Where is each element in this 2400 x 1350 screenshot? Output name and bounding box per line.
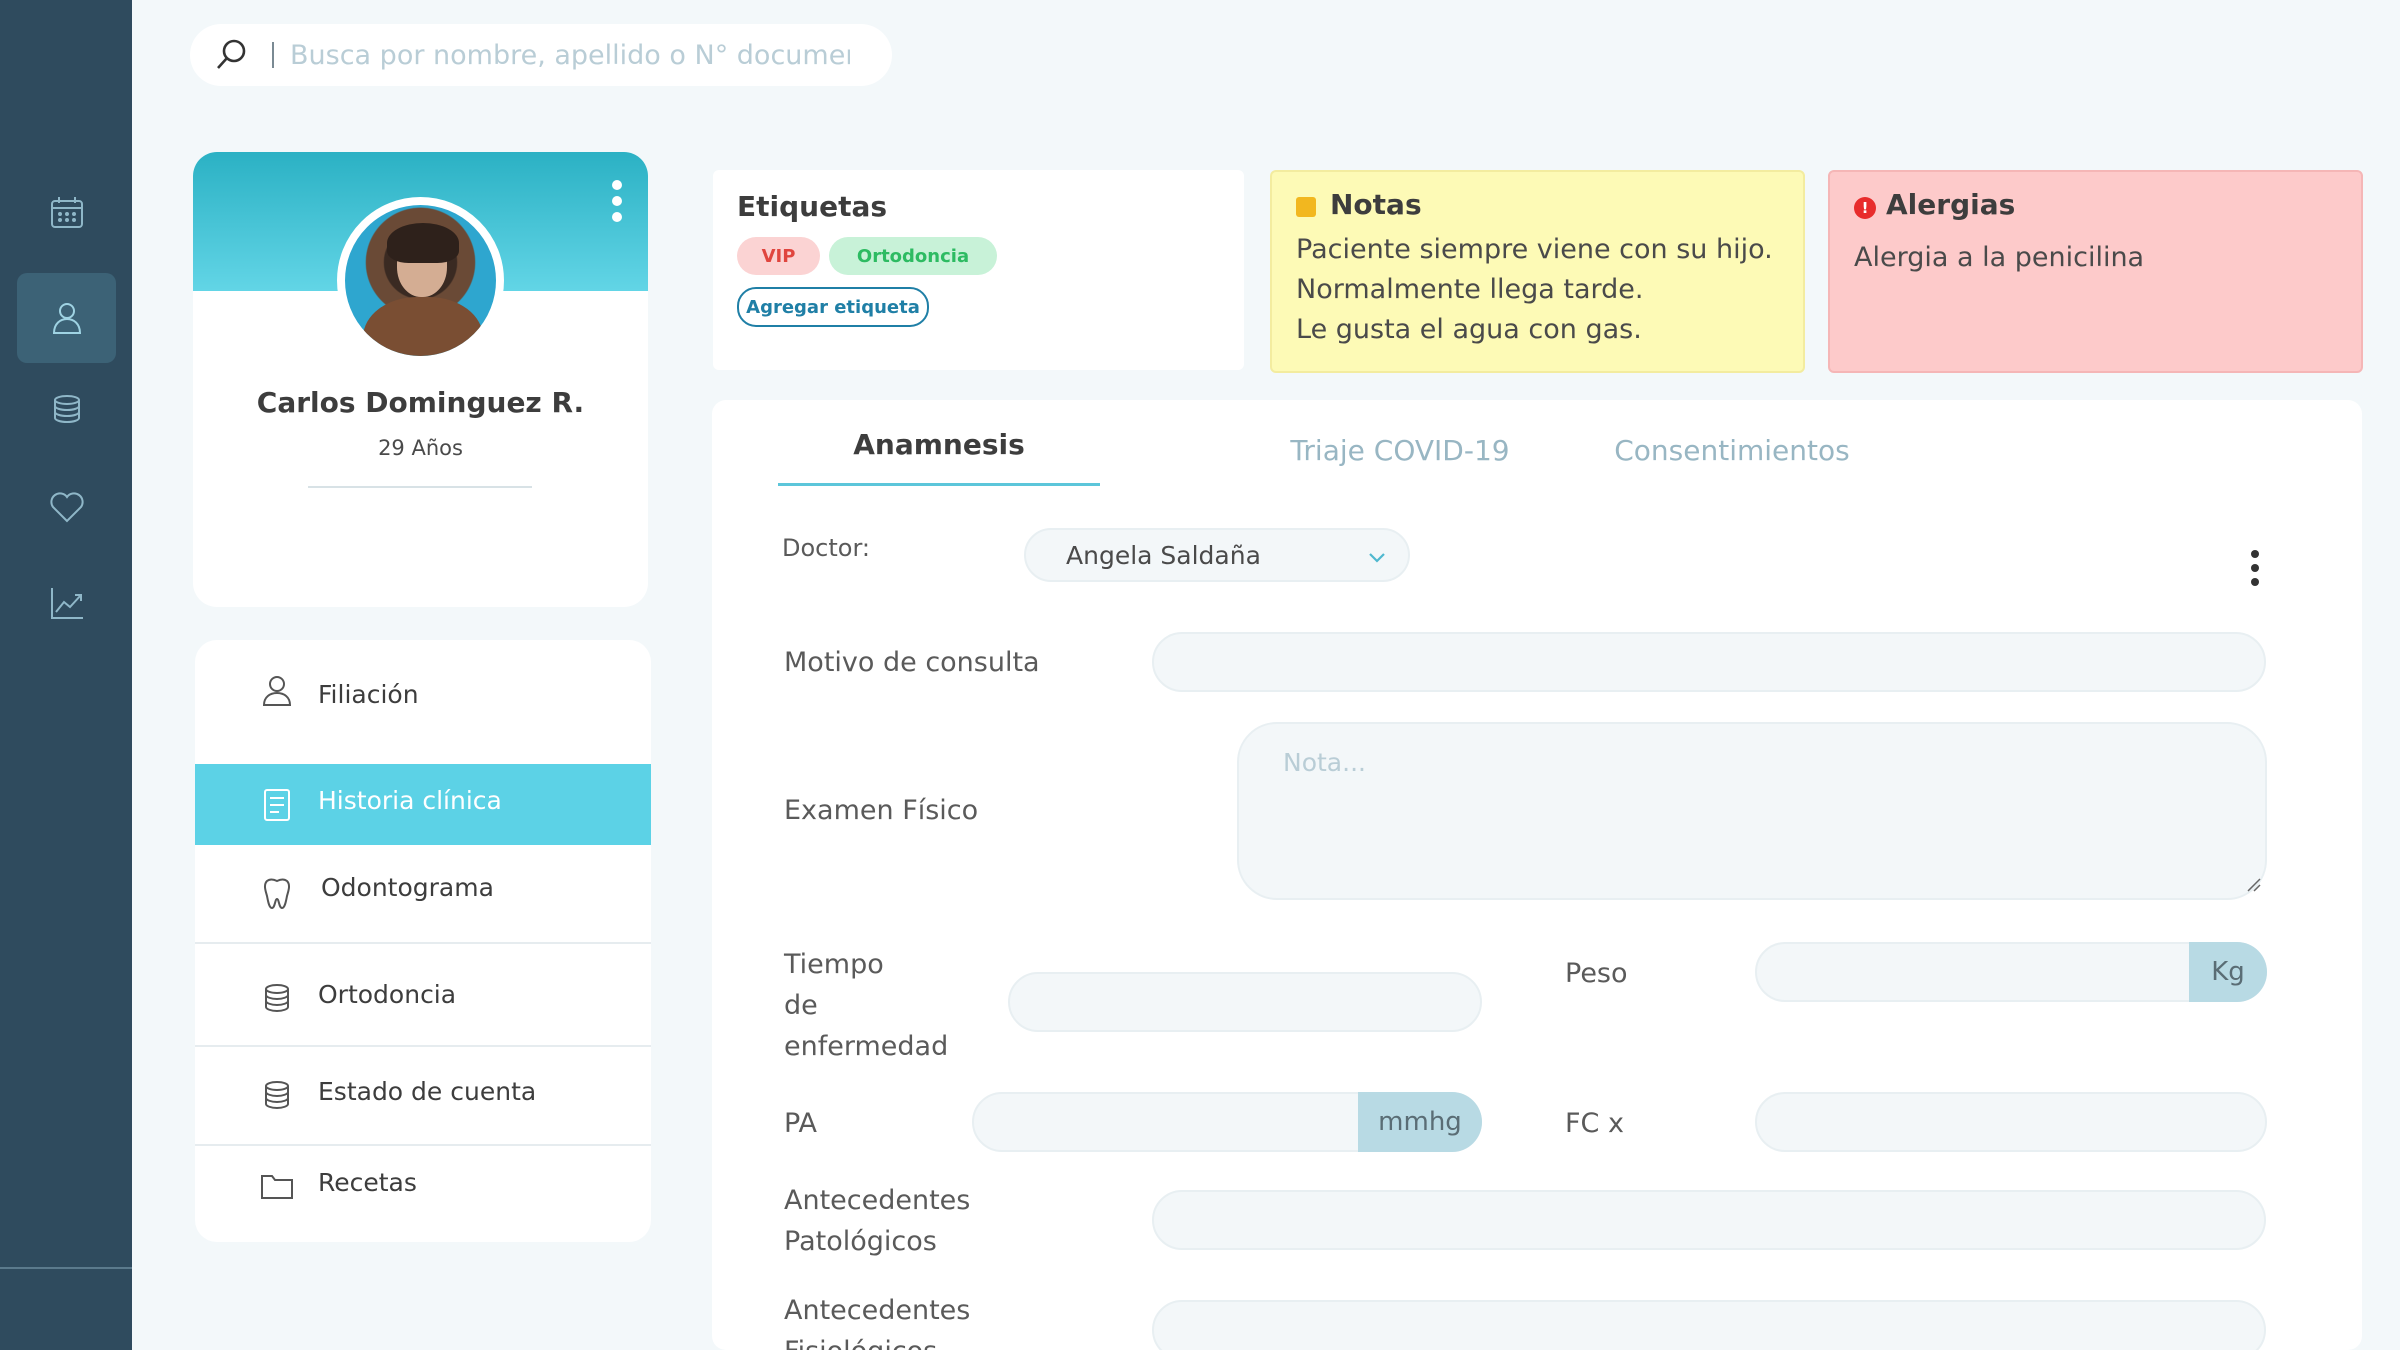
pa-input[interactable]: mmhg — [972, 1092, 1482, 1152]
rail-patients-button[interactable] — [17, 273, 116, 363]
profile-more-options-icon[interactable] — [612, 180, 622, 222]
search-separator — [272, 42, 274, 68]
search-bar[interactable] — [190, 24, 892, 86]
antecedentes-patologicos-input[interactable] — [1152, 1190, 2266, 1250]
tags-title: Etiquetas — [737, 190, 888, 223]
profile-divider — [308, 486, 532, 488]
peso-label: Peso — [1565, 958, 1628, 989]
tags-card: Etiquetas VIP Ortodoncia Agregar etiquet… — [713, 170, 1244, 370]
doctor-select[interactable]: Angela Saldaña — [1024, 528, 1410, 582]
notes-card: Notas Paciente siempre viene con su hijo… — [1270, 170, 1805, 373]
tag-chip[interactable]: Ortodoncia — [829, 237, 997, 275]
peso-input[interactable]: Kg — [1755, 942, 2267, 1002]
label-line: Patológicos — [784, 1226, 937, 1257]
rail-finance-button[interactable] — [17, 366, 116, 456]
menu-item-label: Ortodoncia — [318, 980, 457, 1009]
document-icon — [264, 789, 290, 821]
tiempo-label-line: enfermedad — [784, 1031, 949, 1062]
tab-triaje-covid[interactable]: Triaje COVID-19 — [1250, 434, 1550, 467]
examen-textarea[interactable]: Nota... — [1237, 722, 2267, 900]
tiempo-label-line: de — [784, 990, 818, 1021]
tab-consentimientos[interactable]: Consentimientos — [1572, 434, 1892, 467]
tiempo-label-line: Tiempo — [784, 949, 884, 980]
pa-label: PA — [784, 1108, 818, 1139]
menu-item-label: Recetas — [318, 1168, 417, 1197]
allergies-text: Alergia a la penicilina — [1854, 242, 2145, 273]
examen-placeholder: Nota... — [1283, 748, 1366, 777]
menu-item-label: Historia clínica — [318, 786, 502, 815]
motivo-label: Motivo de consulta — [784, 647, 1040, 678]
doctor-label: Doctor: — [782, 534, 870, 562]
fc-label: FC x — [1565, 1108, 1624, 1139]
menu-item-recetas[interactable]: Recetas — [195, 1146, 651, 1242]
menu-item-historia-clinica[interactable]: Historia clínica — [195, 764, 651, 845]
notes-text: Paciente siempre viene con su hijo. Norm… — [1296, 230, 1773, 350]
motivo-input[interactable] — [1152, 632, 2266, 692]
examen-label: Examen Físico — [784, 795, 979, 826]
menu-item-estado-de-cuenta[interactable]: Estado de cuenta — [195, 1047, 651, 1143]
calendar-icon — [50, 197, 83, 228]
sticky-note-icon — [1296, 197, 1316, 217]
patient-age: 29 Años — [378, 436, 463, 460]
rail-divider — [0, 1267, 132, 1269]
note-line: Paciente siempre viene con su hijo. — [1296, 234, 1773, 265]
note-line: Le gusta el agua con gas. — [1296, 314, 1642, 345]
patient-profile-card: Carlos Dominguez R. 29 Años — [193, 152, 648, 607]
pa-unit: mmhg — [1358, 1092, 1482, 1152]
coins-icon — [265, 1081, 289, 1110]
menu-item-label: Odontograma — [321, 873, 494, 902]
rail-calendar-button[interactable] — [17, 168, 116, 258]
coins-icon — [53, 395, 80, 424]
tab-anamnesis[interactable]: Anamnesis — [778, 428, 1100, 486]
peso-unit: Kg — [2189, 942, 2267, 1002]
chevron-down-icon — [1369, 553, 1385, 563]
search-input[interactable] — [290, 39, 850, 71]
nav-rail — [0, 0, 132, 1350]
patient-name: Carlos Dominguez R. — [256, 386, 585, 419]
notes-title: Notas — [1330, 188, 1422, 221]
antecedentes-fisiologicos-label: Antecedentes Fisiológicos — [784, 1290, 970, 1350]
tag-chip[interactable]: VIP — [737, 237, 820, 275]
allergies-card: ! Alergias Alergia a la penicilina — [1828, 170, 2363, 373]
fc-input[interactable] — [1755, 1092, 2267, 1152]
antecedentes-patologicos-label: Antecedentes Patológicos — [784, 1180, 970, 1262]
label-line: Antecedentes — [784, 1185, 971, 1216]
rail-reports-button[interactable] — [17, 558, 116, 648]
clinical-history-panel: Anamnesis Triaje COVID-19 Consentimiento… — [712, 400, 2362, 1350]
user-icon — [52, 303, 81, 334]
tooth-icon — [263, 878, 291, 910]
label-line: Antecedentes — [784, 1295, 971, 1326]
label-line: Fisiológicos — [784, 1331, 970, 1350]
rail-favorites-button[interactable] — [17, 462, 116, 552]
patient-menu: Filiación Historia clínica Odontograma O… — [195, 640, 651, 1242]
search-icon — [217, 39, 246, 69]
note-line: Normalmente llega tarde. — [1296, 274, 1644, 305]
heart-icon — [49, 492, 84, 523]
menu-item-odontograma[interactable]: Odontograma — [195, 845, 651, 935]
resize-handle-icon[interactable] — [2245, 876, 2261, 892]
antecedentes-fisiologicos-input[interactable] — [1152, 1300, 2266, 1350]
menu-item-label: Filiación — [318, 680, 419, 709]
doctor-select-value: Angela Saldaña — [1066, 540, 1261, 570]
tiempo-label: Tiempo de enfermedad — [784, 944, 948, 1067]
menu-item-filiacion[interactable]: Filiación — [195, 640, 651, 740]
menu-item-ortodoncia[interactable]: Ortodoncia — [195, 944, 651, 1044]
menu-item-label: Estado de cuenta — [318, 1077, 537, 1106]
tiempo-input[interactable] — [1008, 972, 1482, 1032]
form-more-options-icon[interactable] — [2251, 550, 2259, 586]
add-tag-button[interactable]: Agregar etiqueta — [737, 287, 929, 327]
chart-icon — [50, 588, 83, 619]
user-icon — [262, 676, 292, 706]
folder-icon — [261, 1175, 293, 1199]
coins-icon — [265, 984, 289, 1013]
alert-icon: ! — [1854, 197, 1876, 219]
avatar — [337, 197, 504, 364]
allergies-title: Alergias — [1886, 188, 2016, 221]
